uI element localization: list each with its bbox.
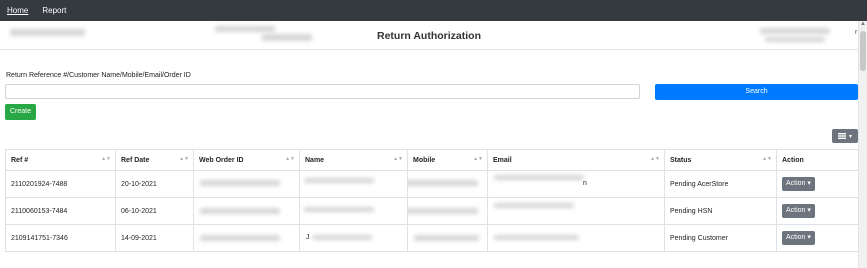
cell-name bbox=[299, 197, 408, 225]
action-dropdown-button[interactable]: Action ▾ bbox=[782, 177, 815, 191]
sort-icon: ▲▼ bbox=[393, 156, 403, 162]
cell-web-order-id bbox=[193, 224, 300, 252]
redacted-text bbox=[200, 235, 280, 241]
col-header-mobile[interactable]: Mobile ▲▼ bbox=[407, 149, 488, 171]
scroll-thumb[interactable] bbox=[860, 31, 866, 71]
col-header-name[interactable]: Name ▲▼ bbox=[299, 149, 408, 171]
col-header-action: Action bbox=[776, 149, 859, 171]
search-input[interactable] bbox=[5, 84, 640, 99]
cell-name: J bbox=[299, 224, 408, 252]
sort-icon: ▲▼ bbox=[101, 156, 111, 162]
cell-mobile bbox=[407, 197, 488, 225]
col-header-ref-date[interactable]: Ref Date ▲▼ bbox=[115, 149, 194, 171]
caret-down-icon: ▾ bbox=[807, 180, 811, 187]
sort-icon: ▲▼ bbox=[285, 156, 295, 162]
cell-name bbox=[299, 170, 408, 198]
sort-icon: ▲▼ bbox=[762, 156, 772, 162]
caret-down-icon: ▾ bbox=[807, 207, 811, 214]
cell-status: Pending Customer bbox=[664, 224, 777, 252]
redacted-text bbox=[494, 175, 584, 180]
cell-email bbox=[487, 224, 665, 252]
col-header-email[interactable]: Email ▲▼ bbox=[487, 149, 665, 171]
column-toggle-button[interactable]: ▾ bbox=[832, 129, 858, 143]
redacted-text bbox=[414, 235, 479, 241]
col-header-web-order-id[interactable]: Web Order ID ▲▼ bbox=[193, 149, 300, 171]
sort-icon: ▲▼ bbox=[473, 156, 483, 162]
cell-web-order-id bbox=[193, 197, 300, 225]
cell-status: Pending AcerStore bbox=[664, 170, 777, 198]
sort-icon: ▲▼ bbox=[650, 156, 660, 162]
nav-report-link[interactable]: Report bbox=[42, 6, 66, 15]
redacted-text bbox=[200, 208, 280, 214]
cell-action: Action ▾ bbox=[776, 170, 859, 198]
scroll-up-arrow-icon[interactable]: ▲ bbox=[860, 21, 866, 27]
cell-action: Action ▾ bbox=[776, 224, 859, 252]
action-dropdown-button[interactable]: Action ▾ bbox=[782, 231, 815, 245]
returns-table: Ref # ▲▼ Ref Date ▲▼ Web Order ID ▲▼ Name ▲▼… bbox=[5, 149, 859, 252]
page-title: Return Authorization bbox=[376, 30, 481, 42]
action-dropdown-button[interactable]: Action ▾ bbox=[782, 204, 815, 218]
header-corner-text: r bbox=[855, 29, 858, 36]
col-header-status[interactable]: Status ▲▼ bbox=[664, 149, 777, 171]
sort-icon: ▲▼ bbox=[179, 156, 189, 162]
top-navbar: Home Report bbox=[0, 0, 867, 21]
cell-ref-date: 20-10-2021 bbox=[115, 170, 194, 198]
cell-ref: 2110201924-7488 bbox=[5, 170, 116, 198]
create-button[interactable]: Create bbox=[5, 104, 36, 120]
cell-mobile bbox=[407, 170, 488, 198]
search-label: Return Reference #/Customer Name/Mobile/… bbox=[6, 72, 191, 79]
redacted-text bbox=[408, 180, 478, 186]
grid-icon bbox=[837, 133, 846, 139]
col-header-ref[interactable]: Ref # ▲▼ bbox=[5, 149, 116, 171]
cell-ref: 2110060153-7484 bbox=[5, 197, 116, 225]
cell-ref-date: 06-10-2021 bbox=[115, 197, 194, 225]
search-button[interactable]: Search bbox=[655, 84, 858, 100]
name-text: J bbox=[306, 234, 310, 241]
table-row: 2109141751-7346 14-09-2021 J Pending Cus… bbox=[5, 224, 859, 252]
redacted-text bbox=[408, 208, 478, 214]
cell-web-order-id bbox=[193, 170, 300, 198]
email-text: n bbox=[583, 180, 587, 187]
cell-email: n bbox=[487, 170, 665, 198]
cell-ref: 2109141751-7346 bbox=[5, 224, 116, 252]
cell-ref-date: 14-09-2021 bbox=[115, 224, 194, 252]
cell-mobile bbox=[407, 224, 488, 252]
cell-action: Action ▾ bbox=[776, 197, 859, 225]
redacted-text bbox=[304, 207, 374, 212]
redacted-text bbox=[304, 178, 374, 183]
caret-down-icon: ▾ bbox=[807, 234, 811, 241]
cell-status: Pending HSN bbox=[664, 197, 777, 225]
redacted-text bbox=[200, 180, 280, 186]
table-header-row: Ref # ▲▼ Ref Date ▲▼ Web Order ID ▲▼ Name ▲▼… bbox=[5, 149, 859, 171]
vertical-scrollbar[interactable]: ▲ bbox=[858, 21, 867, 268]
redacted-text bbox=[494, 235, 579, 240]
table-row: 2110201924-7488 20-10-2021 n Pending Ace… bbox=[5, 170, 859, 198]
table-row: 2110060153-7484 06-10-2021 Pending HSN A… bbox=[5, 197, 859, 225]
nav-home-link[interactable]: Home bbox=[7, 6, 28, 15]
cell-email bbox=[487, 197, 665, 225]
redacted-text bbox=[494, 203, 574, 208]
redacted-text bbox=[312, 235, 372, 240]
chevron-down-icon: ▾ bbox=[848, 133, 852, 140]
